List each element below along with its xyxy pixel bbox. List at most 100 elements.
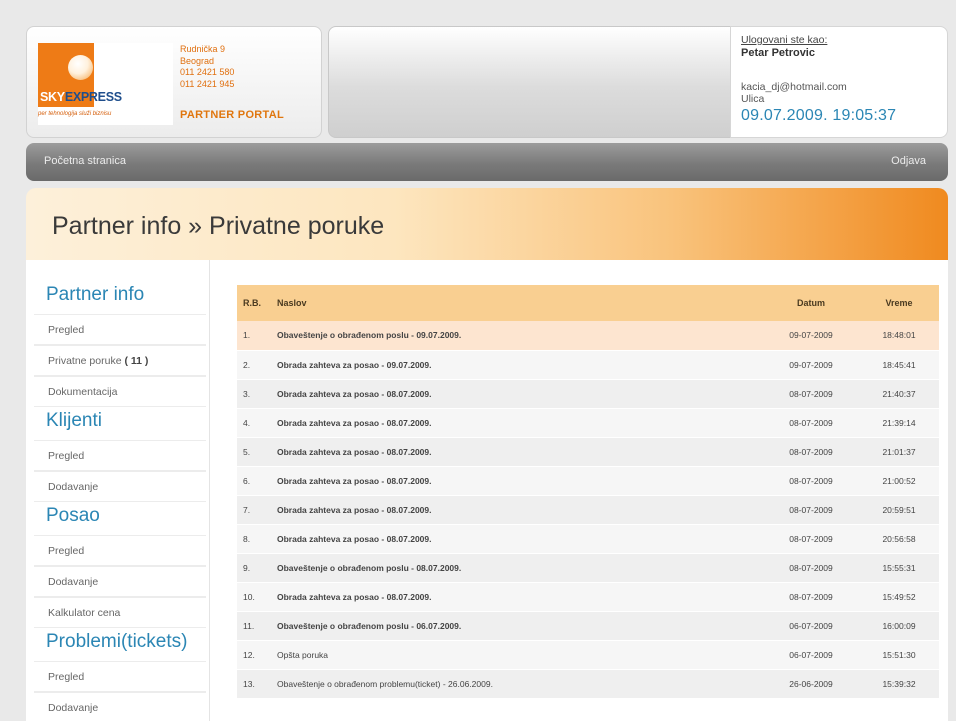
message-time: 18:48:01 — [859, 321, 939, 351]
row-number: 9. — [237, 553, 271, 583]
table-row[interactable]: 12. Opšta poruka 06-07-2009 15:51:30 — [237, 640, 939, 670]
company-logo[interactable]: SKYEXPRESS per tehnologija služi biznisu — [38, 43, 173, 125]
sidebar-item-label[interactable]: Pregled — [48, 450, 84, 462]
sidebar-item-label[interactable]: Pregled — [48, 545, 84, 557]
message-title[interactable]: Obrada zahteva za posao - 08.07.2009. — [271, 582, 763, 612]
message-date: 06-07-2009 — [763, 640, 859, 670]
portal-label: PARTNER PORTAL — [180, 109, 285, 121]
column-header-title[interactable]: Naslov — [271, 285, 763, 321]
column-header-date[interactable]: Datum — [763, 285, 859, 321]
row-number: 7. — [237, 495, 271, 525]
table-row[interactable]: 4. Obrada zahteva za posao - 08.07.2009.… — [237, 408, 939, 438]
row-number: 10. — [237, 582, 271, 612]
page-title: Partner info » Privatne poruke — [52, 212, 385, 240]
message-title[interactable]: Obrada zahteva za posao - 08.07.2009. — [271, 524, 763, 554]
table-row[interactable]: 13. Obaveštenje o obrađenom problemu(tic… — [237, 669, 939, 699]
row-number: 8. — [237, 524, 271, 554]
column-header-number[interactable]: R.B. — [237, 285, 271, 321]
table-row[interactable]: 11. Obaveštenje o obrađenom poslu - 06.0… — [237, 611, 939, 641]
sidebar-item-documentation[interactable]: Dokumentacija — [34, 376, 206, 407]
sidebar-item-problems-overview[interactable]: Pregled — [34, 661, 206, 692]
address-line: Beograd — [180, 55, 215, 66]
logout-link[interactable]: Odjava — [891, 155, 926, 167]
sidebar-item-label[interactable]: Pregled — [48, 671, 84, 683]
user-name: Petar Petrovic — [741, 47, 815, 59]
row-number: 13. — [237, 669, 271, 699]
current-datetime: 09.07.2009. 19:05:37 — [741, 107, 897, 124]
sidebar-section-partner: Partner info — [46, 284, 145, 305]
sidebar-item-label[interactable]: Pregled — [48, 324, 84, 336]
address-line: 011 2421 945 — [180, 78, 235, 89]
message-time: 15:49:52 — [859, 582, 939, 612]
message-date: 08-07-2009 — [763, 408, 859, 438]
table-row[interactable]: 6. Obrada zahteva za posao - 08.07.2009.… — [237, 466, 939, 496]
table-row[interactable]: 10. Obrada zahteva za posao - 08.07.2009… — [237, 582, 939, 612]
message-time: 21:01:37 — [859, 437, 939, 467]
company-address: Rudnička 9 Beograd 011 2421 580 011 2421… — [180, 44, 234, 90]
message-date: 08-07-2009 — [763, 379, 859, 409]
table-row[interactable]: 7. Obrada zahteva za posao - 08.07.2009.… — [237, 495, 939, 525]
sidebar-item-label[interactable]: Kalkulator cena — [48, 607, 120, 619]
sidebar-item-clients-add[interactable]: Dodavanje — [34, 471, 206, 502]
sidebar-item-price-calculator[interactable]: Kalkulator cena — [34, 597, 206, 628]
message-title[interactable]: Obrada zahteva za posao - 09.07.2009. — [271, 350, 763, 380]
row-number: 3. — [237, 379, 271, 409]
sidebar-item-label[interactable]: Dodavanje — [48, 576, 98, 588]
sidebar-item-jobs-overview[interactable]: Pregled — [34, 535, 206, 566]
table-row[interactable]: 5. Obrada zahteva za posao - 08.07.2009.… — [237, 437, 939, 467]
message-title[interactable]: Obrada zahteva za posao - 08.07.2009. — [271, 408, 763, 438]
sidebar-section-jobs: Posao — [46, 505, 100, 526]
sidebar-item-label[interactable]: Dokumentacija — [48, 386, 117, 398]
message-time: 21:40:37 — [859, 379, 939, 409]
unread-count-badge: ( 11 ) — [124, 355, 149, 367]
header-decoration-panel — [328, 26, 740, 138]
row-number: 6. — [237, 466, 271, 496]
sidebar-item-clients-overview[interactable]: Pregled — [34, 440, 206, 471]
table-header-row: R.B. Naslov Datum Vreme — [237, 285, 939, 321]
address-line: Rudnička 9 — [180, 44, 226, 54]
message-title[interactable]: Obrada zahteva za posao - 08.07.2009. — [271, 466, 763, 496]
main-content: Partner info Pregled Privatne poruke ( 1… — [26, 260, 948, 721]
message-date: 26-06-2009 — [763, 669, 859, 699]
message-title[interactable]: Obrada zahteva za posao - 08.07.2009. — [271, 437, 763, 467]
message-title[interactable]: Obaveštenje o obrađenom problemu(ticket)… — [271, 669, 763, 699]
row-number: 1. — [237, 321, 271, 351]
message-title[interactable]: Obrada zahteva za posao - 08.07.2009. — [271, 495, 763, 525]
logo-panel: SKYEXPRESS per tehnologija služi biznisu… — [26, 26, 322, 138]
message-time: 20:56:58 — [859, 524, 939, 554]
message-title[interactable]: Obaveštenje o obrađenom poslu - 06.07.20… — [271, 611, 763, 641]
page-title-banner: Partner info » Privatne poruke — [26, 188, 948, 260]
message-date: 08-07-2009 — [763, 582, 859, 612]
message-title[interactable]: Opšta poruka — [271, 640, 763, 670]
message-title[interactable]: Obaveštenje o obrađenom poslu - 09.07.20… — [271, 321, 763, 351]
user-street: Ulica — [741, 93, 765, 105]
message-title[interactable]: Obrada zahteva za posao - 08.07.2009. — [271, 379, 763, 409]
nav-home-link[interactable]: Početna stranica — [44, 155, 126, 167]
sidebar-item-private-messages[interactable]: Privatne poruke ( 11 ) — [34, 345, 206, 376]
user-info-panel: Ulogovani ste kao: Petar Petrovic kacia_… — [730, 26, 948, 138]
message-title[interactable]: Obaveštenje o obrađenom poslu - 08.07.20… — [271, 553, 763, 583]
sidebar-item-label[interactable]: Dodavanje — [48, 702, 98, 714]
main-nav-bar: Početna stranica Odjava — [26, 143, 948, 181]
row-number: 5. — [237, 437, 271, 467]
table-row[interactable]: 2. Obrada zahteva za posao - 09.07.2009.… — [237, 350, 939, 380]
logo-sphere-icon — [68, 55, 93, 80]
column-header-time[interactable]: Vreme — [859, 285, 939, 321]
message-date: 08-07-2009 — [763, 553, 859, 583]
table-row[interactable]: 9. Obaveštenje o obrađenom poslu - 08.07… — [237, 553, 939, 583]
message-time: 21:00:52 — [859, 466, 939, 496]
sidebar-item-problems-add[interactable]: Dodavanje — [34, 692, 206, 721]
sidebar-section-problems: Problemi(tickets) — [46, 631, 188, 652]
logged-in-caption: Ulogovani ste kao: — [741, 34, 828, 46]
message-date: 09-07-2009 — [763, 321, 859, 351]
message-date: 09-07-2009 — [763, 350, 859, 380]
table-row[interactable]: 8. Obrada zahteva za posao - 08.07.2009.… — [237, 524, 939, 554]
table-row[interactable]: 1. Obaveštenje o obrađenom poslu - 09.07… — [237, 321, 939, 351]
message-time: 21:39:14 — [859, 408, 939, 438]
sidebar-item-label[interactable]: Dodavanje — [48, 481, 98, 493]
sidebar-item-label[interactable]: Privatne poruke ( 11 ) — [48, 355, 148, 367]
message-date: 08-07-2009 — [763, 495, 859, 525]
sidebar-item-jobs-add[interactable]: Dodavanje — [34, 566, 206, 597]
sidebar-item-partner-overview[interactable]: Pregled — [34, 314, 206, 345]
table-row[interactable]: 3. Obrada zahteva za posao - 08.07.2009.… — [237, 379, 939, 409]
